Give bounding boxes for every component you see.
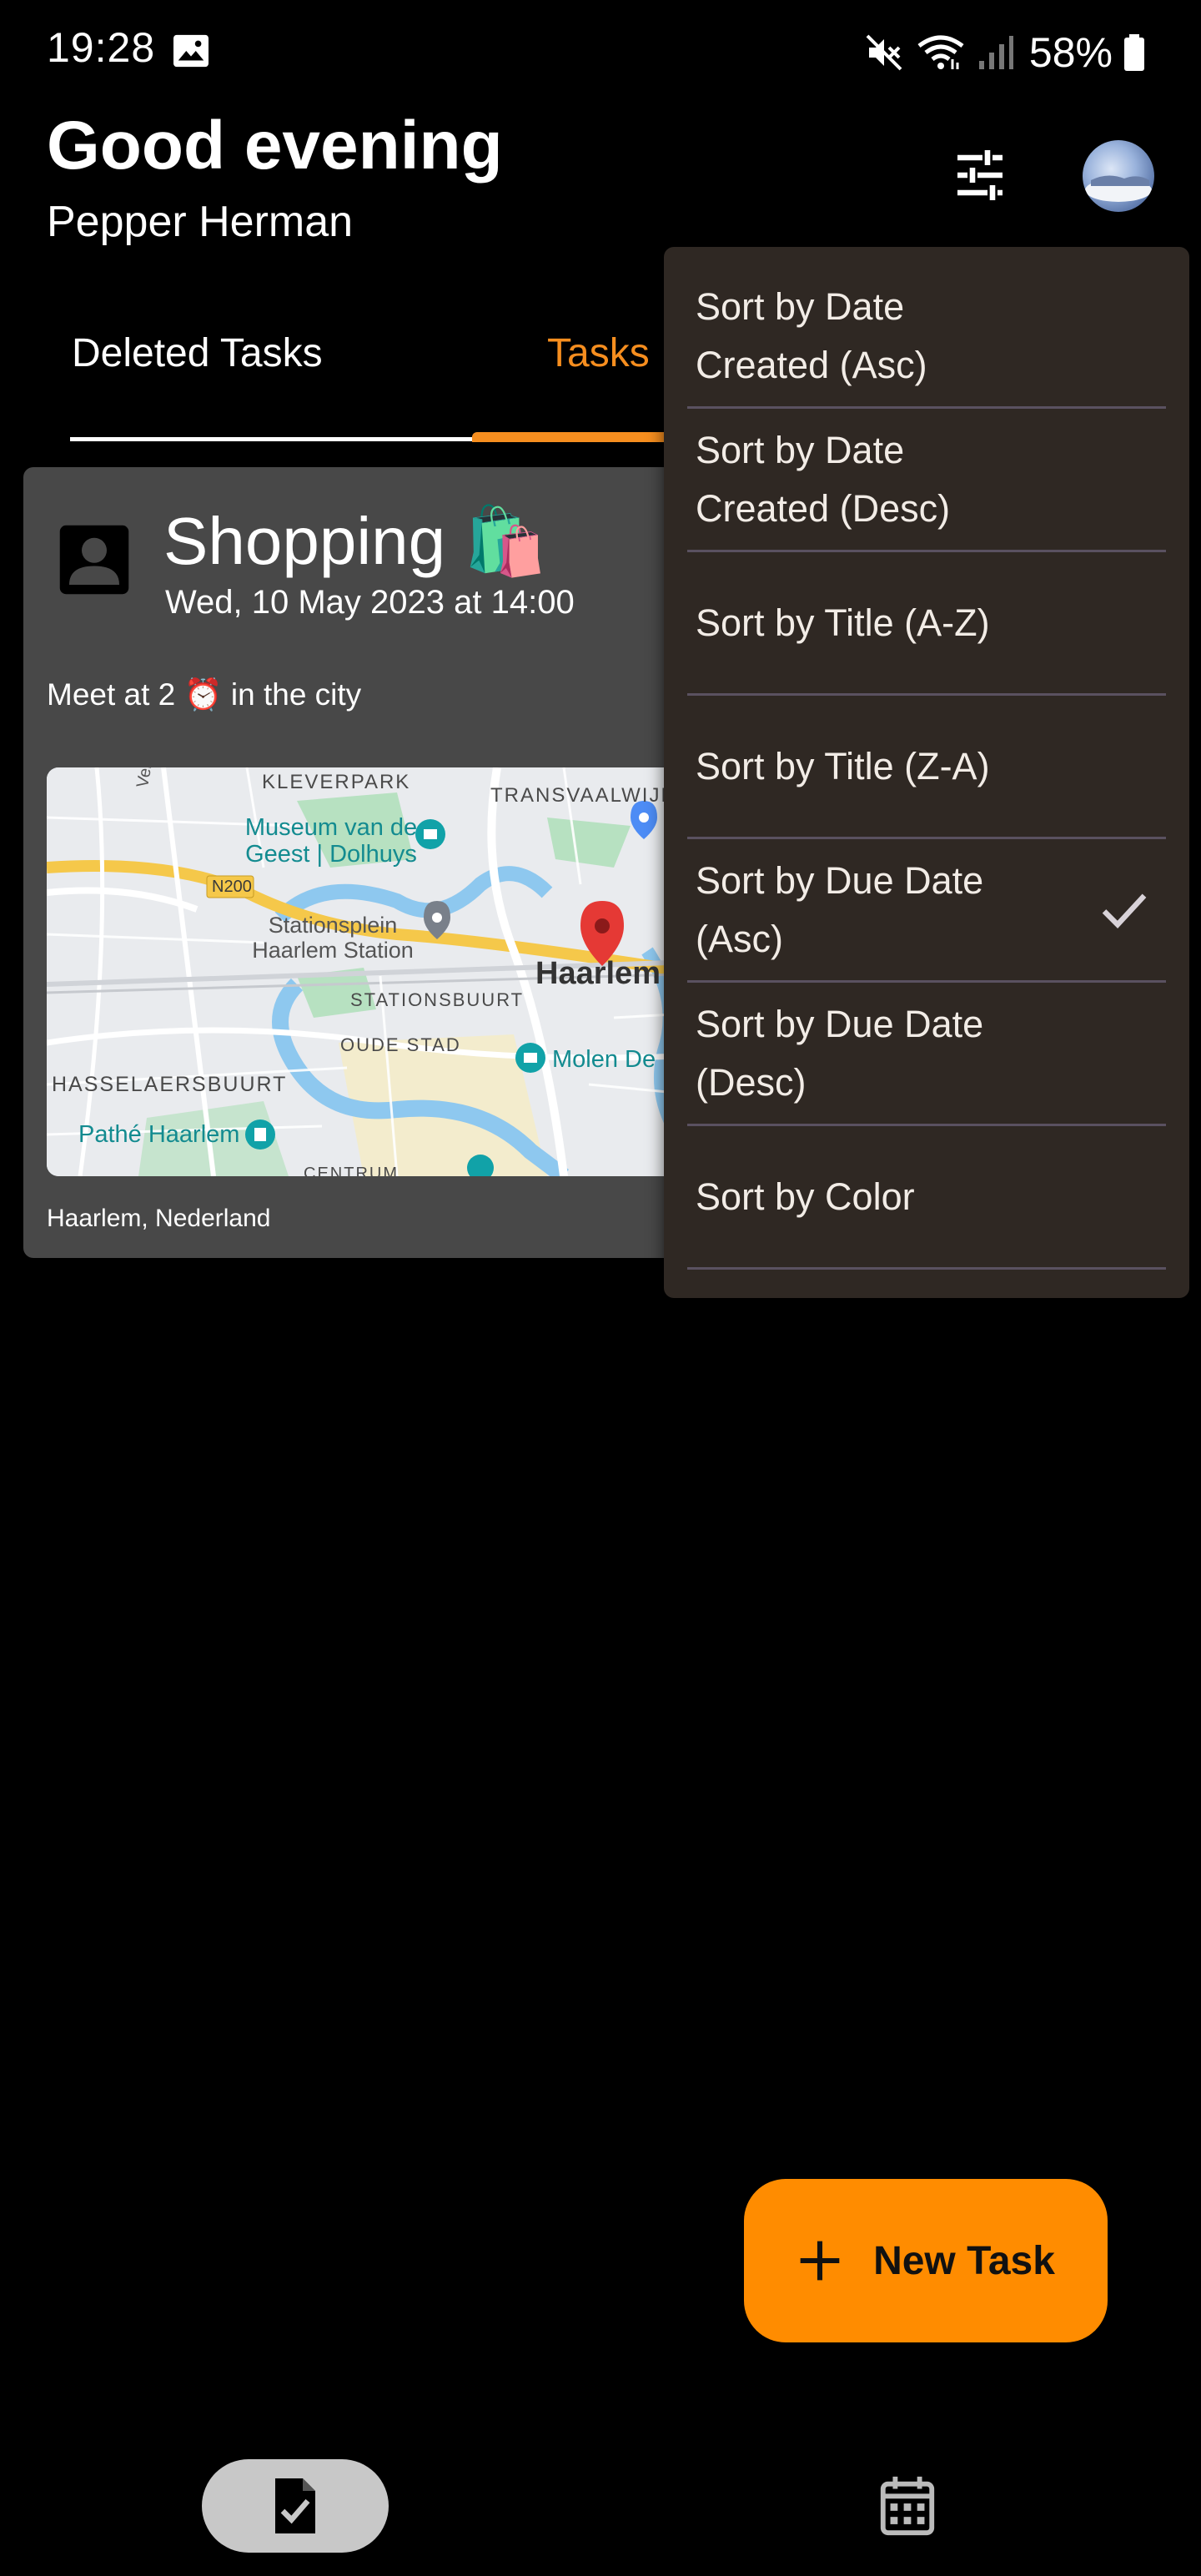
sort-item-label: Sort by Due Date (Asc) [696, 858, 984, 960]
map-label-transvaalwijk: TRANSVAALWIJK [490, 784, 676, 807]
sort-item-date-created-desc[interactable]: Sort by Date Created (Desc) [687, 409, 1166, 552]
sliders-icon [957, 150, 1003, 200]
greeting: Good evening [47, 108, 503, 184]
mute-icon [866, 34, 902, 71]
sort-item-date-created-asc[interactable]: Sort by Date Created (Asc) [687, 265, 1166, 409]
task-location: Haarlem, Nederland [47, 1205, 271, 1232]
map-label-centrum: CENTRUM [304, 1165, 399, 1176]
map-label-museum: Museum van de Geest | Dolhuys [244, 814, 418, 868]
map-label-stationsbuurt: STATIONSBUURT [350, 989, 525, 1010]
map-label-molen: Molen De [552, 1046, 656, 1073]
sort-item-due-date-desc[interactable]: Sort by Due Date (Desc) [687, 983, 1166, 1126]
task-card[interactable]: Shopping 🛍️ Wed, 10 May 2023 at 14:00 Me… [23, 467, 774, 1258]
map-label-stationsplein: Stationsplein Haarlem Station [252, 913, 414, 963]
image-icon [173, 34, 209, 68]
status-bar: 19:28 58% [0, 0, 1201, 100]
check-icon [1102, 893, 1147, 928]
sort-item-title-az[interactable]: Sort by Title (A-Z) [687, 552, 1166, 696]
sort-item-label: Sort by Date Created (Desc) [696, 428, 951, 530]
avatar-image [1085, 175, 1152, 202]
calendar-icon [880, 2476, 935, 2536]
contact-icon [59, 525, 129, 595]
tab-divider [70, 437, 472, 441]
sort-item-title-za[interactable]: Sort by Title (Z-A) [687, 696, 1166, 839]
wifi-icon [917, 35, 964, 69]
tab-deleted-tasks[interactable]: Deleted Tasks [72, 330, 323, 376]
sort-item-label: Sort by Date Created (Asc) [696, 284, 927, 386]
sort-item-label: Sort by Color [696, 1175, 915, 1218]
status-icons: 58% [864, 23, 1158, 82]
battery-text: 58% [1028, 29, 1113, 76]
battery-icon [1124, 34, 1144, 71]
sort-item-label: Sort by Title (Z-A) [696, 744, 990, 787]
new-task-button[interactable]: New Task [744, 2179, 1108, 2342]
filter-button[interactable] [942, 138, 1018, 213]
signal-icon [978, 36, 1013, 69]
nav-calendar[interactable] [867, 2466, 947, 2546]
task-date: Wed, 10 May 2023 at 14:00 [165, 584, 575, 621]
task-check-icon [275, 2478, 315, 2533]
task-title: Shopping 🛍️ [163, 504, 547, 578]
avatar[interactable] [1083, 140, 1154, 212]
status-time: 19:28 [47, 24, 156, 71]
sort-item-color[interactable]: Sort by Color [687, 1126, 1166, 1270]
map-label-kleverpark: KLEVERPARK [262, 771, 411, 793]
plus-icon [800, 2241, 840, 2281]
sort-item-due-date-asc[interactable]: Sort by Due Date (Asc) [687, 839, 1166, 983]
nav-tasks[interactable] [202, 2459, 389, 2553]
map-label-oude-stad: OUDE STAD [340, 1034, 461, 1055]
map-label-n200: N200 [212, 878, 252, 896]
task-map[interactable]: KLEVERPARK TRANSVAALWIJK Museum van de G… [47, 767, 764, 1176]
sort-item-label: Sort by Title (A-Z) [696, 601, 990, 644]
map-label-hasselaersbuurt: HASSELAERSBUURT [52, 1073, 288, 1096]
sort-menu: Sort by Date Created (Asc) Sort by Date … [664, 247, 1189, 1298]
tab-tasks[interactable]: Tasks [547, 330, 650, 376]
task-description: Meet at 2 ⏰ in the city [47, 677, 362, 712]
map-label-pathe: Pathé Haarlem [78, 1121, 240, 1148]
map-label-haarlem: Haarlem [535, 956, 661, 991]
screen: 19:28 58% Good evening Pepper Herman Del… [0, 0, 1201, 2576]
sort-item-label: Sort by Due Date (Desc) [696, 1002, 984, 1104]
new-task-label: New Task [873, 2238, 1055, 2283]
username: Pepper Herman [47, 198, 354, 246]
